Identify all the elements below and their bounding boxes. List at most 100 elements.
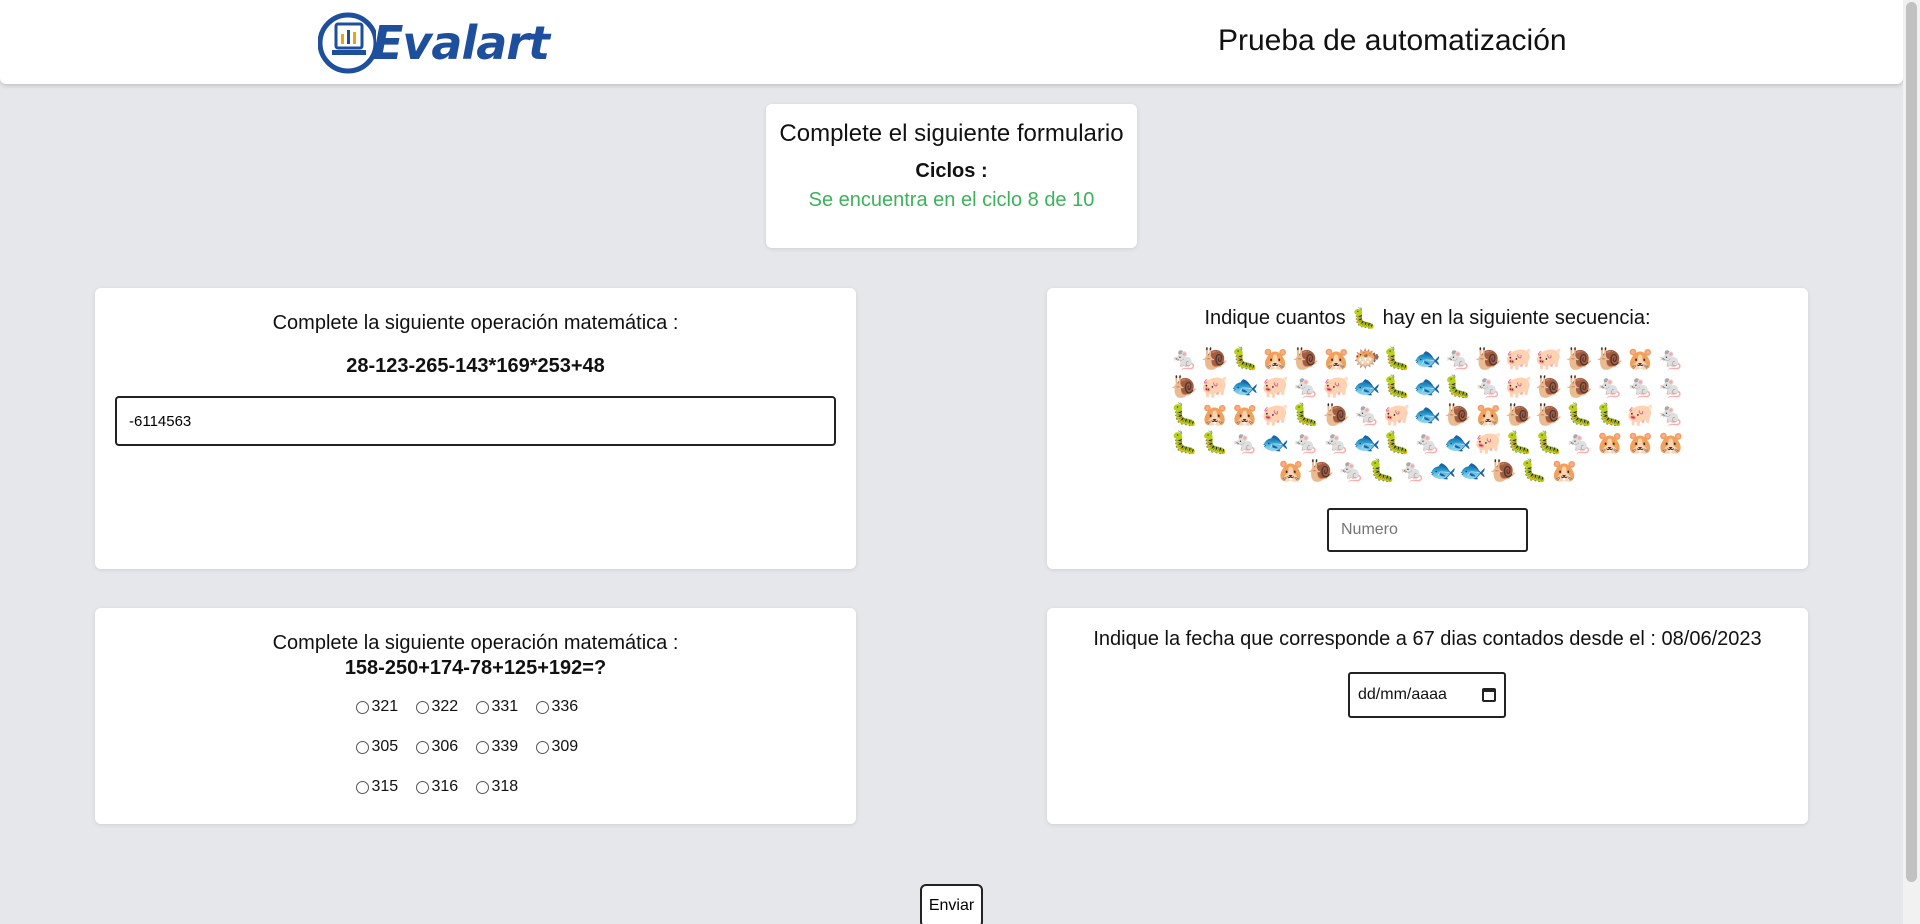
sequence-item: 🐹 bbox=[1261, 347, 1290, 372]
sequence-item: 🐖 bbox=[1505, 347, 1533, 372]
sequence-item: 🐛 bbox=[1368, 459, 1396, 484]
sequence-item: 🐹 bbox=[1200, 403, 1229, 428]
sequence-item: 🐛 bbox=[1383, 431, 1411, 456]
sequence-item: 🐁 bbox=[1474, 375, 1503, 400]
radio-option[interactable]: 336 bbox=[535, 696, 596, 718]
submit-button[interactable]: Enviar bbox=[920, 884, 983, 924]
sequence-item: 🐟 bbox=[1413, 375, 1442, 400]
sequence-prompt-after: hay en la siguiente secuencia: bbox=[1382, 307, 1651, 329]
sequence-prompt-before: Indique cuantos bbox=[1204, 307, 1346, 329]
radio-option[interactable]: 305 bbox=[355, 736, 416, 758]
radio-option-label: 305 bbox=[371, 738, 399, 755]
logo-text: Evalart bbox=[372, 16, 550, 70]
sequence-item: 🐁 bbox=[1657, 347, 1685, 372]
sequence-item: 🐖 bbox=[1383, 403, 1411, 428]
sequence-item: 🐖 bbox=[1261, 375, 1290, 400]
sequence-item: 🐹 bbox=[1596, 431, 1624, 456]
sequence-item: 🐌 bbox=[1307, 459, 1335, 484]
sequence-item: 🐛 bbox=[1231, 347, 1259, 372]
radio-option[interactable]: 315 bbox=[355, 776, 416, 798]
caterpillar-icon: 🐛 bbox=[1351, 308, 1377, 330]
math-input-prompt: Complete la siguiente operación matemáti… bbox=[272, 312, 679, 334]
radio-option[interactable]: 322 bbox=[415, 696, 476, 718]
page-title: Prueba de automatización bbox=[1218, 24, 1567, 57]
radio-button[interactable] bbox=[415, 740, 429, 754]
radio-button[interactable] bbox=[475, 740, 489, 754]
radio-button[interactable] bbox=[475, 700, 489, 714]
radio-option-label: 322 bbox=[431, 698, 459, 715]
radio-button[interactable] bbox=[475, 780, 489, 794]
math-answer-input[interactable] bbox=[115, 396, 836, 446]
sequence-item: 🐁 bbox=[1292, 375, 1320, 400]
sequence-item: 🐌 bbox=[1200, 347, 1229, 372]
sequence-item: 🐹 bbox=[1626, 347, 1655, 372]
sequence-item: 🐌 bbox=[1489, 459, 1518, 484]
calendar-icon[interactable] bbox=[1482, 688, 1496, 702]
radio-option[interactable]: 331 bbox=[475, 696, 536, 718]
ciclos-status: Se encuentra en el ciclo 8 de 10 bbox=[808, 189, 1095, 211]
sequence-item: 🐟 bbox=[1429, 459, 1457, 484]
math-radio-expression: 158-250+174-78+125+192=? bbox=[344, 657, 607, 679]
radio-option-label: 336 bbox=[551, 698, 579, 715]
sequence-item: 🐛 bbox=[1535, 431, 1563, 456]
sequence-item: 🐹 bbox=[1276, 459, 1305, 484]
radio-option-label: 315 bbox=[371, 778, 399, 795]
sequence-item: 🐌 bbox=[1444, 403, 1472, 428]
sequence-item: 🐹 bbox=[1626, 431, 1655, 456]
evalart-logo: Evalart bbox=[317, 8, 558, 78]
radio-button[interactable] bbox=[415, 780, 429, 794]
radio-option-label: 339 bbox=[491, 738, 519, 755]
sequence-item: 🐖 bbox=[1261, 403, 1290, 428]
ciclos-label: Ciclos : bbox=[915, 160, 988, 182]
sequence-item: 🐖 bbox=[1200, 375, 1229, 400]
sequence-item: 🐁 bbox=[1398, 459, 1426, 484]
sequence-item: 🐛 bbox=[1505, 431, 1533, 456]
radio-option-label: 321 bbox=[371, 698, 399, 715]
radio-button[interactable] bbox=[415, 700, 429, 714]
math-input-expression: 28-123-265-143*169*253+48 bbox=[346, 355, 605, 377]
radio-option-label: 316 bbox=[431, 778, 459, 795]
sequence-item: 🐛 bbox=[1520, 459, 1548, 484]
radio-button[interactable] bbox=[355, 780, 369, 794]
count-number-input[interactable] bbox=[1327, 508, 1528, 552]
radio-button[interactable] bbox=[355, 700, 369, 714]
form-heading: Complete el siguiente formulario bbox=[779, 120, 1124, 147]
math-radio-prompt: Complete la siguiente operación matemáti… bbox=[272, 632, 679, 654]
scrollbar-thumb[interactable] bbox=[1906, 2, 1917, 882]
sequence-item: 🐹 bbox=[1550, 459, 1579, 484]
radio-option[interactable]: 309 bbox=[535, 736, 596, 758]
sequence-item: 🐌 bbox=[1474, 347, 1503, 372]
sequence-item: 🐛 bbox=[1444, 375, 1472, 400]
radio-option[interactable]: 306 bbox=[415, 736, 476, 758]
sequence-item: 🐹 bbox=[1231, 403, 1259, 428]
logo-mark-icon bbox=[317, 10, 379, 76]
sequence-item: 🐁 bbox=[1413, 431, 1442, 456]
scrollbar[interactable] bbox=[1903, 0, 1920, 924]
radio-option[interactable]: 318 bbox=[475, 776, 536, 798]
sequence-item: 🐌 bbox=[1596, 347, 1624, 372]
sequence-item: 🐖 bbox=[1505, 375, 1533, 400]
radio-option[interactable]: 316 bbox=[415, 776, 476, 798]
date-input[interactable]: dd/mm/aaaa bbox=[1348, 672, 1506, 718]
radio-button[interactable] bbox=[535, 700, 549, 714]
sequence-item: 🐛 bbox=[1565, 403, 1594, 428]
sequence-item: 🐌 bbox=[1565, 375, 1594, 400]
sequence-item: 🐁 bbox=[1444, 347, 1472, 372]
sequence-item: 🐁 bbox=[1352, 403, 1381, 428]
sequence-item: 🐟 bbox=[1413, 347, 1442, 372]
radio-button[interactable] bbox=[355, 740, 369, 754]
radio-button[interactable] bbox=[535, 740, 549, 754]
sequence-item: 🐖 bbox=[1322, 375, 1350, 400]
radio-option[interactable]: 321 bbox=[355, 696, 416, 718]
sequence-item: 🐟 bbox=[1352, 431, 1381, 456]
radio-option[interactable]: 339 bbox=[475, 736, 536, 758]
sequence-item: 🐛 bbox=[1200, 431, 1229, 456]
sequence-item: 🐖 bbox=[1474, 431, 1503, 456]
radio-options: 321 322 331 336 305 306 339 309 315 316 318 bbox=[355, 696, 596, 798]
sequence-item: 🐟 bbox=[1459, 459, 1487, 484]
sequence-item: 🐁 bbox=[1170, 347, 1198, 372]
sequence-item: 🐟 bbox=[1413, 403, 1442, 428]
sequence-item: 🐌 bbox=[1292, 347, 1320, 372]
sequence-item: 🐛 bbox=[1170, 431, 1198, 456]
sequence-item: 🐁 bbox=[1322, 431, 1350, 456]
